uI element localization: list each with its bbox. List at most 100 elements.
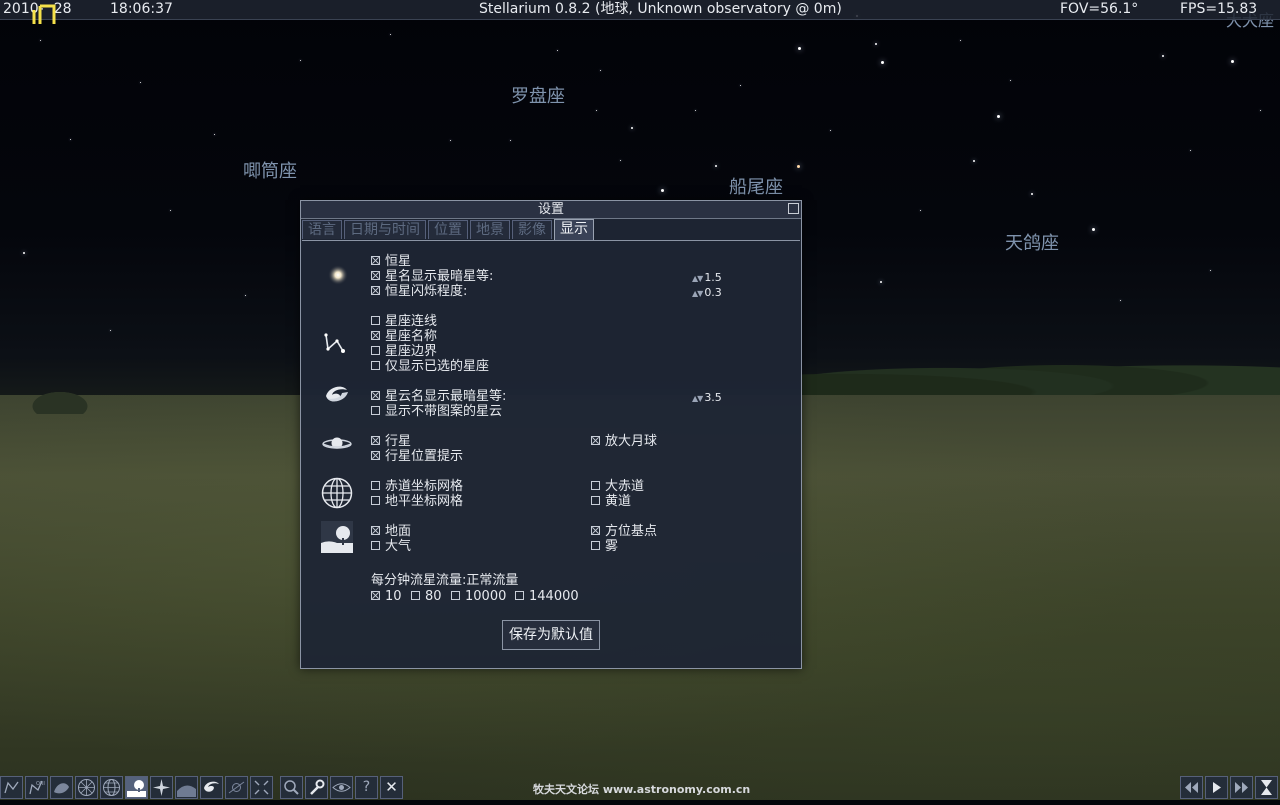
constellation-art-toggle-icon[interactable] [50,776,73,799]
checkbox[interactable] [371,286,380,295]
star[interactable] [619,159,621,161]
checkbox[interactable] [371,361,380,370]
star[interactable] [595,109,597,111]
star[interactable] [1009,79,1011,81]
checkbox[interactable] [371,451,380,460]
star[interactable] [1230,59,1234,63]
help-button[interactable]: ? [355,776,378,799]
play-icon[interactable] [1205,776,1228,799]
star[interactable] [389,33,391,35]
star[interactable] [1031,193,1033,195]
azimuthal-grid-option[interactable]: 地平坐标网格 [371,494,463,509]
constellation-lines-option[interactable]: 星座连线 [371,314,437,329]
tab-display[interactable]: 显示 [554,219,594,240]
nebulae-toggle-icon[interactable] [200,776,223,799]
star[interactable] [660,188,664,192]
checkbox[interactable] [371,406,380,415]
constellation-names-toggle-icon[interactable]: ORI [25,776,48,799]
nebula-names-option[interactable]: 星云名显示最暗星等: [371,389,506,404]
meteor-rate-10000[interactable]: 10000 [451,589,506,604]
star[interactable] [797,46,801,50]
star[interactable] [631,127,633,129]
star[interactable] [875,43,877,45]
moon-scale-option[interactable]: 放大月球 [591,434,657,449]
checkbox[interactable] [591,481,600,490]
planet-hints-toggle-icon[interactable] [225,776,248,799]
show-stars-option[interactable]: 恒星 [371,254,411,269]
star-names-mag-spinbox[interactable]: ▲▼ 1.5 [692,271,722,286]
checkbox[interactable] [371,256,380,265]
star[interactable] [715,165,717,167]
tab-location[interactable]: 位置 [428,220,468,239]
cardinal-points-option[interactable]: 方位基点 [591,524,657,539]
star[interactable] [139,81,141,83]
search-icon[interactable] [280,776,303,799]
checkbox[interactable] [371,436,380,445]
meteor-rate-80[interactable]: 80 [411,589,442,604]
star[interactable] [739,84,741,86]
quit-button[interactable]: ✕ [380,776,403,799]
planets-option[interactable]: 行星 [371,434,411,449]
settings-wrench-icon[interactable] [305,776,328,799]
checkbox[interactable] [371,481,380,490]
constellation-label-antlia[interactable]: 唧筒座 [243,157,297,183]
star[interactable] [1119,299,1121,301]
star[interactable] [69,138,71,140]
twinkle-option[interactable]: 恒星闪烁程度: [371,284,467,299]
checkbox[interactable] [371,271,380,280]
constellation-label-pyxis[interactable]: 罗盘座 [511,82,565,108]
checkbox[interactable] [591,541,600,550]
star[interactable] [299,59,301,61]
star[interactable] [39,39,41,41]
tab-video[interactable]: 影像 [512,220,552,239]
checkbox[interactable] [371,496,380,505]
meteor-rate-10[interactable]: 10 [371,589,402,604]
checkbox[interactable] [371,541,380,550]
constellation-label-columba[interactable]: 天鸽座 [1005,229,1059,255]
twinkle-spinbox[interactable]: ▲▼ 0.3 [692,286,722,301]
star[interactable] [996,114,1000,118]
checkbox[interactable] [515,591,524,600]
fog-option[interactable]: 雾 [591,539,618,554]
checkbox[interactable] [591,526,600,535]
tab-date-time[interactable]: 日期与时间 [344,220,426,239]
real-time-hourglass-icon[interactable] [1255,776,1278,799]
star[interactable] [880,60,884,64]
star[interactable] [829,129,831,131]
checkbox[interactable] [371,391,380,400]
ground-toggle-icon[interactable] [125,776,148,799]
atmosphere-toggle-icon[interactable] [175,776,198,799]
fast-forward-icon[interactable] [1230,776,1253,799]
tab-landscape[interactable]: 地景 [470,220,510,239]
spin-arrows-icon[interactable]: ▲▼ [692,274,703,283]
star[interactable] [1209,269,1211,271]
star[interactable] [169,209,171,211]
nebula-no-texture-option[interactable]: 显示不带图案的星云 [371,404,502,419]
star[interactable] [449,139,451,141]
ground-option[interactable]: 地面 [371,524,411,539]
checkbox[interactable] [451,591,460,600]
cardinal-points-toggle-icon[interactable] [150,776,173,799]
checkbox[interactable] [591,436,600,445]
star[interactable] [1091,227,1095,231]
star[interactable] [959,39,961,41]
meteor-rate-144000[interactable]: 144000 [515,589,579,604]
star[interactable] [599,69,601,71]
constellation-label-puppis[interactable]: 船尾座 [729,173,783,199]
tab-language[interactable]: 语言 [302,220,342,239]
night-mode-eye-icon[interactable] [330,776,353,799]
constellation-boundaries-option[interactable]: 星座边界 [371,344,437,359]
star[interactable] [556,49,558,51]
star[interactable] [213,133,215,135]
checkbox[interactable] [371,526,380,535]
star-names-option[interactable]: 星名显示最暗星等: [371,269,493,284]
dialog-title[interactable]: 设置 [301,201,801,219]
checkbox[interactable] [371,591,380,600]
atmosphere-option[interactable]: 大气 [371,539,411,554]
star[interactable] [919,209,921,211]
star[interactable] [244,294,246,296]
star[interactable] [1259,109,1261,111]
checkbox[interactable] [411,591,420,600]
constellation-lines-toggle-icon[interactable] [0,776,23,799]
equatorial-grid-toggle-icon[interactable] [75,776,98,799]
